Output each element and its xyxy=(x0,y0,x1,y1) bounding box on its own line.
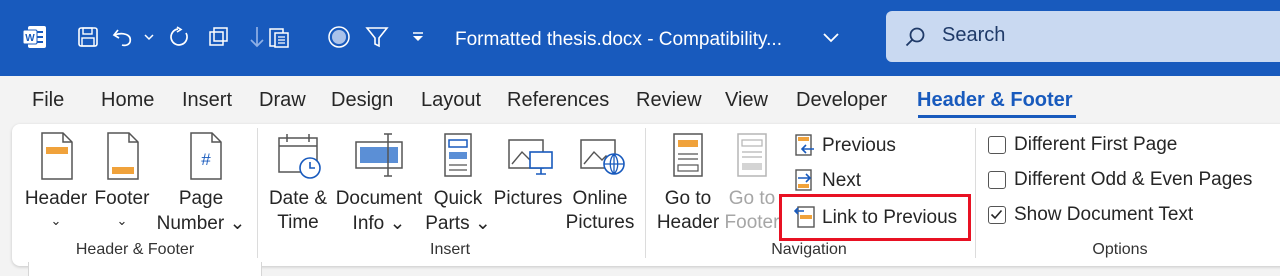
pictures-icon xyxy=(508,139,553,175)
search-placeholder: Search xyxy=(942,24,1006,46)
checkbox-box[interactable] xyxy=(988,171,1006,189)
search-box[interactable]: Search xyxy=(886,11,1280,62)
footer-dropdown-chevron[interactable]: ⌄ xyxy=(117,213,128,229)
group-label-options: Options xyxy=(1092,241,1148,258)
document-info-icon xyxy=(355,133,403,177)
go-to-header-label-line2: Header xyxy=(656,212,720,233)
tab-home[interactable]: Home xyxy=(101,89,154,112)
tab-view[interactable]: View xyxy=(725,89,768,112)
next-button[interactable]: Next xyxy=(794,166,861,196)
pictures-label: Pictures xyxy=(493,188,563,209)
page-number-label-line2: Number ⌄ xyxy=(156,213,246,234)
redo-icon[interactable] xyxy=(166,22,194,52)
title-bar: W Formatted thesis.docx - Compatibility.… xyxy=(0,0,1280,76)
document-title[interactable]: Formatted thesis.docx - Compatibility... xyxy=(455,29,782,51)
tab-review[interactable]: Review xyxy=(636,89,702,112)
date-time-label-line2: Time xyxy=(277,212,319,233)
quick-parts-icon xyxy=(444,133,472,177)
tab-header-footer[interactable]: Header & Footer xyxy=(917,89,1073,112)
different-odd-even-checkbox[interactable]: Different Odd & Even Pages xyxy=(988,166,1252,194)
customize-dropdown-icon[interactable] xyxy=(408,22,428,52)
record-icon[interactable] xyxy=(324,22,354,52)
copy-format-icon[interactable] xyxy=(204,22,232,52)
pictures-button[interactable] xyxy=(496,128,566,238)
tab-draw[interactable]: Draw xyxy=(259,89,306,112)
tab-design[interactable]: Design xyxy=(331,89,393,112)
online-pictures-icon xyxy=(580,139,625,175)
checkmark-icon xyxy=(990,209,1003,220)
save-icon[interactable] xyxy=(74,22,102,52)
header-icon xyxy=(41,132,73,180)
quick-parts-label-line2: Parts ⌄ xyxy=(425,213,491,234)
tab-references[interactable]: References xyxy=(507,89,609,112)
tab-layout[interactable]: Layout xyxy=(421,89,481,112)
checkbox-box[interactable] xyxy=(988,206,1006,224)
tab-insert[interactable]: Insert xyxy=(182,89,232,112)
group-separator xyxy=(975,128,976,258)
tab-developer[interactable]: Developer xyxy=(796,89,887,112)
online-pictures-label-line1: Online xyxy=(572,188,628,209)
show-document-text-checkbox[interactable]: Show Document Text xyxy=(988,201,1193,229)
word-logo-icon: W xyxy=(22,26,46,48)
undo-dropdown-icon[interactable] xyxy=(141,22,157,52)
filter-icon[interactable] xyxy=(362,22,392,52)
different-odd-even-label: Different Odd & Even Pages xyxy=(1014,169,1253,190)
next-icon xyxy=(795,169,812,191)
ribbon-tabs: File Home Insert Draw Design Layout Refe… xyxy=(0,76,1280,122)
paste-icon[interactable] xyxy=(264,22,294,52)
go-to-footer-label-line1: Go to xyxy=(728,188,776,209)
group-separator xyxy=(645,128,646,258)
search-icon xyxy=(905,27,925,47)
different-first-page-label: Different First Page xyxy=(1014,134,1178,155)
show-document-text-label: Show Document Text xyxy=(1014,204,1194,225)
active-tab-indicator xyxy=(918,115,1076,118)
page-number-label-line1: Page xyxy=(178,188,224,209)
group-separator xyxy=(257,128,258,258)
quick-parts-label-line1: Quick xyxy=(433,188,483,209)
svg-text:W: W xyxy=(25,33,35,44)
next-label: Next xyxy=(822,170,862,191)
group-label-header-footer: Header & Footer xyxy=(75,241,195,258)
group-label-navigation: Navigation xyxy=(771,241,847,258)
undo-icon[interactable] xyxy=(110,22,138,52)
date-time-label-line1: Date & xyxy=(268,188,328,209)
go-to-footer-label-line2: Footer xyxy=(724,212,780,233)
footer-icon xyxy=(107,132,139,180)
header-dropdown-chevron[interactable]: ⌄ xyxy=(51,213,62,229)
go-to-header-label-line1: Go to xyxy=(664,188,712,209)
go-to-footer-icon xyxy=(737,133,767,177)
document-info-label-line1: Document xyxy=(335,188,423,209)
different-first-page-checkbox[interactable]: Different First Page xyxy=(988,131,1177,159)
document-info-label-line2: Info ⌄ xyxy=(352,213,406,234)
go-to-header-icon xyxy=(673,133,703,177)
checkbox-box[interactable] xyxy=(988,136,1006,154)
link-to-previous-highlight xyxy=(779,194,971,241)
page-number-icon: # xyxy=(190,132,222,180)
previous-label: Previous xyxy=(822,135,896,156)
group-label-insert: Insert xyxy=(429,241,471,258)
document-page-edge xyxy=(28,262,262,276)
chevron-down-icon[interactable] xyxy=(822,31,840,45)
previous-button[interactable]: Previous xyxy=(794,131,896,161)
calendar-clock-icon xyxy=(278,134,321,179)
svg-text:#: # xyxy=(201,150,211,169)
header-button-label: Header xyxy=(24,188,88,209)
tab-file[interactable]: File xyxy=(32,89,64,112)
previous-icon xyxy=(795,134,814,156)
footer-button-label: Footer xyxy=(94,188,150,209)
online-pictures-label-line2: Pictures xyxy=(565,212,635,233)
